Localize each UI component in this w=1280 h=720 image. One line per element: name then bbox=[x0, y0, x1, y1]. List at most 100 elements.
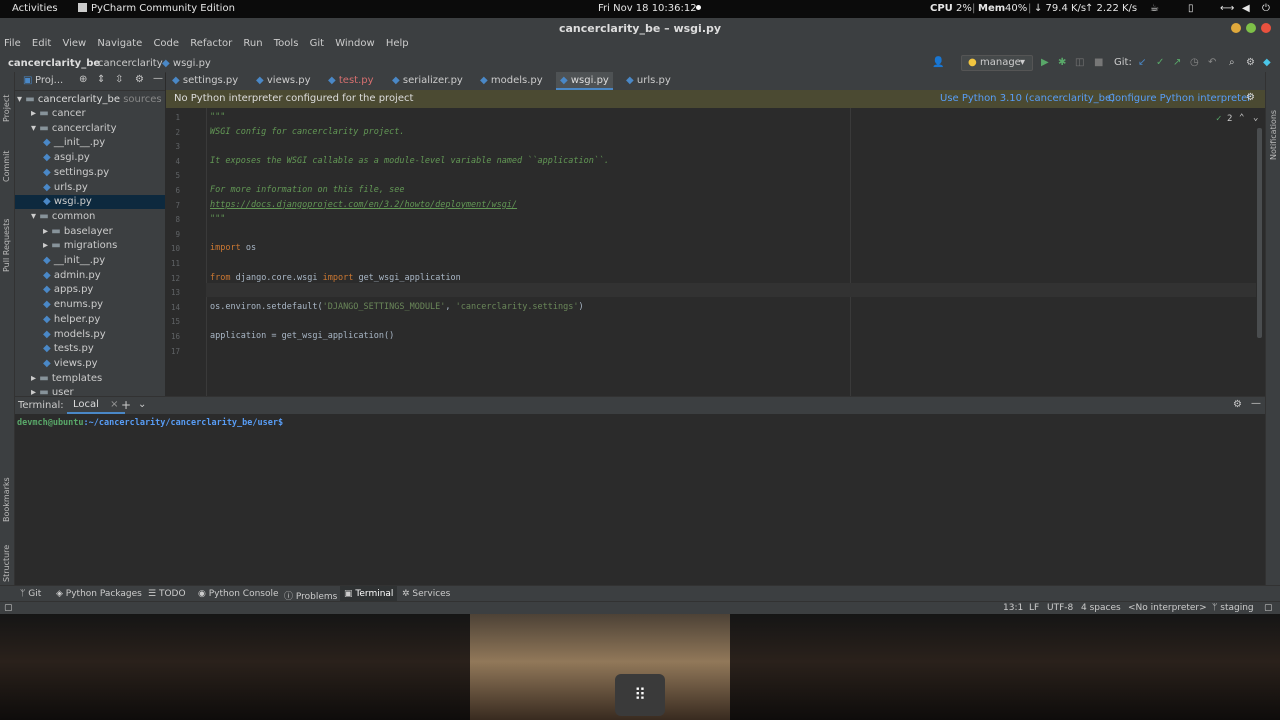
tree-item[interactable]: ▸ ▬ user bbox=[15, 386, 74, 396]
tree-item[interactable]: ◆ apps.py bbox=[15, 283, 93, 297]
menu-tools[interactable]: Tools bbox=[274, 38, 299, 49]
tab-urls[interactable]: ◆ urls.py bbox=[622, 72, 675, 90]
tree-item[interactable]: ◆ wsgi.py bbox=[15, 195, 165, 210]
locate-icon[interactable]: ⊕ bbox=[79, 74, 87, 85]
terminal-tool-button[interactable]: ▣ Terminal bbox=[340, 586, 398, 602]
menu-git[interactable]: Git bbox=[310, 38, 324, 49]
tab-serializer[interactable]: ◆ serializer.py bbox=[388, 72, 467, 90]
chevron-right-icon[interactable]: ▸ bbox=[31, 387, 39, 396]
clipboard-icon[interactable]: ▯ bbox=[1188, 3, 1194, 14]
code-line[interactable]: WSGI config for cancerclarity project. bbox=[210, 127, 404, 137]
pull-requests-tool-button[interactable]: Pull Requests bbox=[2, 219, 11, 272]
interpreter-status[interactable]: <No interpreter> bbox=[1128, 603, 1207, 613]
chevron-right-icon[interactable]: ▸ bbox=[31, 108, 39, 119]
tree-item[interactable]: ◆ tests.py bbox=[15, 342, 94, 356]
stop-icon[interactable]: ■ bbox=[1094, 57, 1103, 68]
code-line[interactable]: application = get_wsgi_application() bbox=[210, 331, 394, 341]
tree-item[interactable]: ▾ ▬ common bbox=[15, 210, 95, 224]
breadcrumb-file[interactable]: ◆ wsgi.py bbox=[162, 58, 211, 69]
hide-icon[interactable]: — bbox=[1251, 398, 1261, 409]
chevron-right-icon[interactable]: ▸ bbox=[31, 373, 39, 384]
git-update-icon[interactable]: ↙ bbox=[1138, 57, 1146, 68]
use-python-link[interactable]: Use Python 3.10 (cancerclarity_be) bbox=[940, 93, 1115, 104]
power-icon[interactable]: ⏻ bbox=[1262, 3, 1270, 14]
maximize-button[interactable] bbox=[1246, 23, 1256, 33]
tree-item[interactable]: ◆ enums.py bbox=[15, 298, 103, 312]
caret-position[interactable]: 13:1 bbox=[1003, 603, 1023, 613]
tree-item[interactable]: ▾ ▬ cancerclarity bbox=[15, 122, 116, 136]
tree-item[interactable]: ▸ ▬ templates bbox=[15, 372, 102, 386]
app-menu[interactable]: PyCharm Community Edition bbox=[78, 3, 235, 14]
tree-item[interactable]: ▸ ▬ baselayer bbox=[15, 225, 113, 239]
menu-run[interactable]: Run bbox=[243, 38, 262, 49]
coffee-icon[interactable]: ☕ bbox=[1150, 3, 1159, 14]
menu-file[interactable]: File bbox=[4, 38, 21, 49]
project-tool-button[interactable]: Project bbox=[2, 95, 11, 122]
menu-view[interactable]: View bbox=[62, 38, 86, 49]
indent-setting[interactable]: 4 spaces bbox=[1081, 603, 1121, 613]
code-line[interactable]: For more information on this file, see bbox=[210, 185, 404, 195]
rollback-icon[interactable]: ↶ bbox=[1208, 57, 1216, 68]
git-push-icon[interactable]: ↗ bbox=[1173, 57, 1181, 68]
menu-edit[interactable]: Edit bbox=[32, 38, 51, 49]
chevron-up-icon[interactable]: ⌃ bbox=[1239, 113, 1244, 123]
git-commit-icon[interactable]: ✓ bbox=[1156, 57, 1164, 68]
run-icon[interactable]: ▶ bbox=[1041, 57, 1049, 68]
jetbrains-icon[interactable]: ◆ bbox=[1263, 57, 1271, 68]
show-applications-button[interactable]: ⠿ bbox=[615, 674, 665, 716]
editor-scrollbar[interactable] bbox=[1257, 128, 1262, 338]
hide-icon[interactable]: — bbox=[153, 73, 163, 84]
search-icon[interactable]: ⌕ bbox=[1229, 57, 1235, 68]
tab-models[interactable]: ◆ models.py bbox=[476, 72, 547, 90]
minimize-button[interactable] bbox=[1231, 23, 1241, 33]
debug-icon[interactable]: ✱ bbox=[1058, 57, 1066, 68]
tab-wsgi[interactable]: ◆ wsgi.py bbox=[556, 72, 613, 90]
chevron-down-icon[interactable]: ▾ bbox=[31, 123, 39, 134]
menu-code[interactable]: Code bbox=[153, 38, 179, 49]
network-icon[interactable]: ⟷ bbox=[1220, 3, 1234, 14]
git-tool-button[interactable]: ᛘ Git bbox=[20, 589, 41, 599]
status-square-icon[interactable]: ▢ bbox=[4, 603, 13, 613]
inspection-ok-icon[interactable]: ✓ bbox=[1216, 114, 1221, 124]
breadcrumb-project[interactable]: cancerclarity_be bbox=[8, 58, 100, 69]
commit-tool-button[interactable]: Commit bbox=[2, 151, 11, 182]
code-editor[interactable]: ✓ 2 ⌃ ⌄ 1 """ 2 WSGI config for cancerclari… bbox=[166, 108, 1265, 396]
close-button[interactable] bbox=[1261, 23, 1271, 33]
code-line[interactable]: """ bbox=[210, 112, 225, 122]
tab-test[interactable]: ◆ test.py bbox=[324, 72, 378, 90]
bookmarks-tool-button[interactable]: Bookmarks bbox=[2, 477, 11, 522]
code-line[interactable]: https://docs.djangoproject.com/en/3.2/ho… bbox=[210, 200, 517, 210]
services-tool-button[interactable]: ✲ Services bbox=[402, 589, 450, 599]
tree-item[interactable]: ◆ admin.py bbox=[15, 269, 101, 283]
tree-item[interactable]: ◆ __init__.py bbox=[15, 136, 105, 150]
tree-item[interactable]: ◆ __init__.py bbox=[15, 254, 105, 268]
tab-views[interactable]: ◆ views.py bbox=[252, 72, 315, 90]
menu-navigate[interactable]: Navigate bbox=[97, 38, 142, 49]
add-terminal-icon[interactable]: + bbox=[121, 398, 131, 412]
configure-interpreter-link[interactable]: Configure Python interpreter bbox=[1108, 93, 1251, 104]
code-line[interactable]: """ bbox=[210, 214, 225, 224]
file-encoding[interactable]: UTF-8 bbox=[1047, 603, 1073, 613]
code-line[interactable]: It exposes the WSGI callable as a module… bbox=[210, 156, 609, 166]
run-config-select[interactable]: ● manage ▾ bbox=[961, 55, 1033, 71]
chevron-down-icon[interactable]: ⌄ bbox=[138, 399, 146, 410]
chevron-down-icon[interactable]: ▾ bbox=[31, 211, 39, 222]
gear-icon[interactable]: ⚙ bbox=[1233, 399, 1242, 410]
menu-refactor[interactable]: Refactor bbox=[190, 38, 232, 49]
lock-icon[interactable]: ▢ bbox=[1264, 603, 1273, 613]
collapse-all-icon[interactable]: ⇳ bbox=[115, 74, 123, 85]
breadcrumb-package[interactable]: cancerclarity bbox=[98, 58, 163, 69]
terminal-body[interactable]: devmch@ubuntu:~/cancerclarity/cancerclar… bbox=[15, 414, 1265, 585]
line-separator[interactable]: LF bbox=[1029, 603, 1039, 613]
gear-icon[interactable]: ⚙ bbox=[135, 74, 144, 85]
structure-tool-button[interactable]: Structure bbox=[2, 545, 11, 582]
user-icon[interactable]: 👤 bbox=[932, 57, 944, 68]
menu-window[interactable]: Window bbox=[335, 38, 374, 49]
tab-settings[interactable]: ◆ settings.py bbox=[168, 72, 242, 90]
notifications-tool-button[interactable]: Notifications bbox=[1269, 110, 1278, 160]
code-line[interactable]: from django.core.wsgi import get_wsgi_ap… bbox=[210, 273, 461, 283]
code-line[interactable]: os.environ.setdefault('DJANGO_SETTINGS_M… bbox=[210, 302, 584, 312]
chevron-right-icon[interactable]: ▸ bbox=[43, 240, 51, 251]
expand-all-icon[interactable]: ⇕ bbox=[97, 74, 105, 85]
todo-tool-button[interactable]: ☰ TODO bbox=[148, 589, 186, 599]
